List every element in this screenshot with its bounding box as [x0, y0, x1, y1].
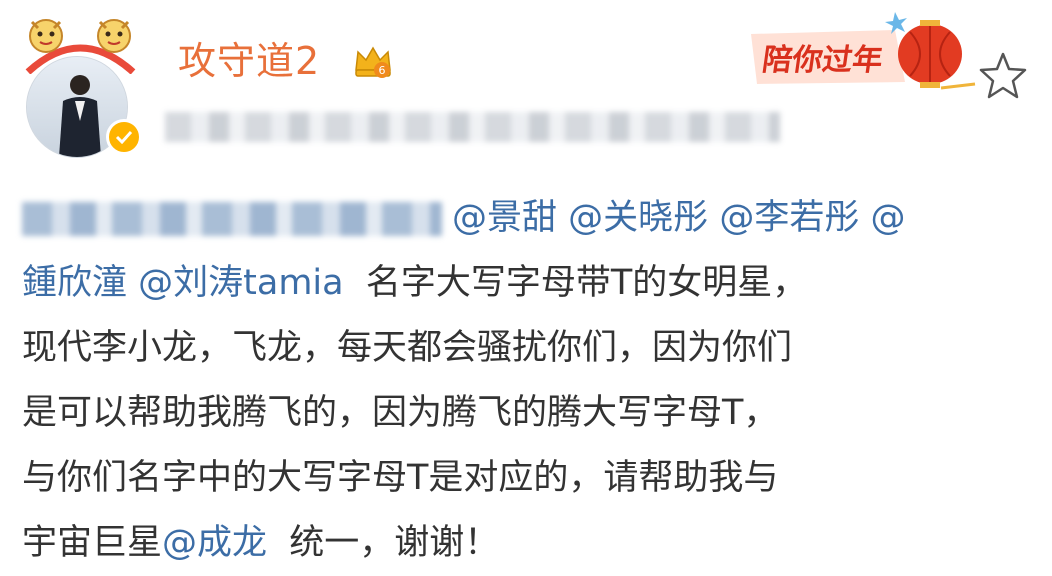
post-text: 名字大写字母带T的女明星， [365, 263, 808, 303]
mention-jingtian[interactable]: @景甜 [452, 198, 557, 238]
person-photo-icon [59, 75, 101, 157]
post-text: 统一，谢谢！ [289, 523, 500, 563]
crown-level-icon[interactable]: 6 [352, 40, 394, 82]
post-line-2: 鍾欣潼 @刘涛tamia 名字大写字母带T的女明星， [22, 251, 1042, 316]
mention-zhongxintong-end[interactable]: 鍾欣潼 [22, 263, 127, 303]
username[interactable]: 攻守道2 [178, 42, 320, 80]
avatar-container[interactable] [18, 14, 143, 159]
svg-text:6: 6 [379, 64, 386, 77]
post-line-3: 现代李小龙，飞龙，每天都会骚扰你们，因为你们 [22, 328, 793, 368]
post-text: 宇宙巨星 [22, 523, 163, 563]
post-line-1: @景甜 @关晓彤 @李若彤 @ [22, 186, 1042, 251]
post-header: 攻守道2 6 陪你过年 [0, 0, 1052, 170]
mention-zhongxintong-start[interactable]: @ [870, 198, 905, 238]
blurred-post-meta [165, 112, 780, 142]
festival-badge-text: 陪你过年 [760, 43, 885, 78]
post-line-4: 是可以帮助我腾飞的，因为腾飞的腾大写字母T， [22, 393, 779, 433]
blurred-mention [22, 202, 442, 236]
mention-liutao[interactable]: @刘涛tamia [138, 263, 343, 303]
mention-guanxiaotong[interactable]: @关晓彤 [568, 198, 708, 238]
mention-chenglong[interactable]: @成龙 [162, 523, 267, 563]
post-content: @景甜 @关晓彤 @李若彤 @ 鍾欣潼 @刘涛tamia 名字大写字母带T的女明… [22, 186, 1042, 576]
mention-liruotong[interactable]: @李若彤 [719, 198, 859, 238]
favorite-star-icon[interactable] [977, 50, 1029, 102]
verified-badge-icon [106, 119, 142, 155]
post-line-5: 与你们名字中的大写字母T是对应的，请帮助我与 [22, 458, 779, 498]
